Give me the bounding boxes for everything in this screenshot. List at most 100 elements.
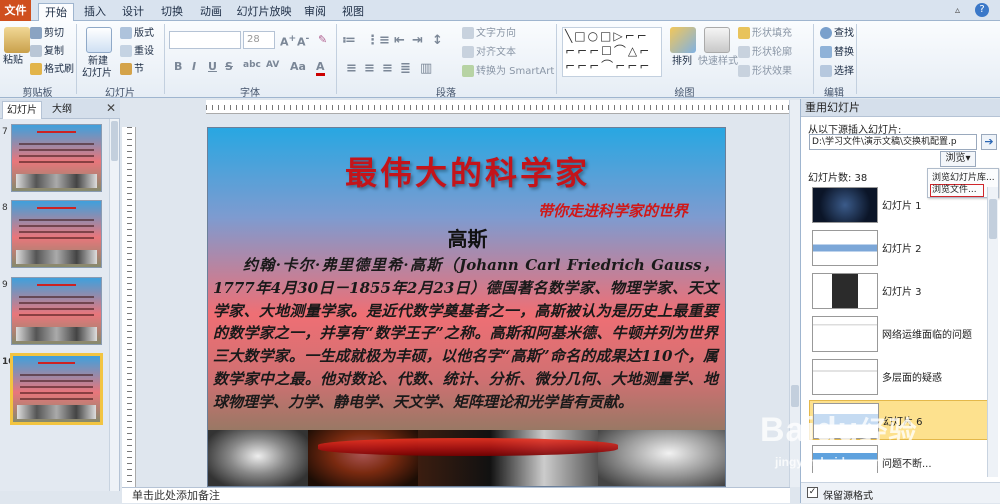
underline-button[interactable]: U (208, 60, 217, 73)
format-painter-button[interactable]: 格式刷 (30, 62, 74, 78)
shape-fill-button[interactable]: 形状填充 (738, 26, 792, 42)
align-left-icon[interactable]: ≡ (346, 61, 357, 76)
align-center-icon[interactable]: ≡ (364, 61, 375, 76)
tab-outline[interactable]: 大纲 (48, 101, 76, 119)
change-case-button[interactable]: Aa (290, 60, 306, 73)
tab-slides[interactable]: 幻灯片 (2, 101, 42, 119)
copy-button[interactable]: 复制 (30, 44, 64, 60)
replace-button[interactable]: 替换 (820, 45, 854, 61)
source-path-input[interactable]: D:\学习文件\演示文稿\交换机配置.p (809, 134, 977, 150)
browse-button[interactable]: 浏览▾ (940, 151, 976, 167)
font-size-combo[interactable]: 28 (243, 31, 275, 49)
scrollbar-thumb[interactable] (111, 121, 118, 161)
slide-heading[interactable]: 高斯 (208, 223, 725, 252)
italic-button[interactable]: I (192, 60, 196, 73)
smartart-button[interactable]: 转换为 SmartArt (462, 64, 554, 80)
tab-insert[interactable]: 插入 (80, 3, 110, 21)
brush-icon (30, 63, 42, 75)
slide-title[interactable]: 最伟大的科学家 (208, 148, 725, 194)
reuse-slide-item[interactable]: 幻灯片 3 (809, 271, 994, 311)
increase-indent-icon[interactable]: ⇥ (412, 33, 423, 48)
tab-slideshow[interactable]: 幻灯片放映 (234, 3, 294, 21)
slides-panel-scrollbar[interactable] (109, 119, 119, 491)
section-label: 节 (134, 64, 144, 75)
section-button[interactable]: 节 (120, 62, 144, 78)
reuse-slide-label: 幻灯片 2 (882, 244, 922, 255)
slide-subtitle[interactable]: 带你走进科学家的世界 (538, 200, 688, 221)
clear-format-icon[interactable]: ✎ (318, 33, 327, 46)
tab-home[interactable]: 开始 (38, 3, 74, 22)
decrease-indent-icon[interactable]: ⇤ (394, 33, 405, 48)
slides-panel-tabs: 幻灯片 大纲 ✕ (0, 99, 120, 119)
thumb-number: 9 (2, 280, 8, 290)
text-direction-button[interactable]: 文字方向 (462, 26, 516, 42)
new-slide-button-2[interactable]: 幻灯片 (82, 66, 112, 82)
cut-button[interactable]: 剪切 (30, 26, 64, 42)
minimize-ribbon-icon[interactable]: ▵ (955, 5, 960, 16)
align-text-button[interactable]: 对齐文本 (462, 45, 516, 61)
reuse-slide-thumbnail (812, 273, 878, 309)
text-direction-label: 文字方向 (476, 28, 516, 39)
quick-styles-button[interactable]: 快速样式 (698, 54, 738, 70)
shrink-font-icon[interactable]: A- (297, 33, 309, 49)
bullets-icon[interactable]: ≔ (342, 33, 356, 48)
reuse-slide-item[interactable]: 幻灯片 2 (809, 228, 994, 268)
browse-library-item[interactable]: 浏览幻灯片库... (932, 170, 995, 183)
paste-button[interactable]: 粘贴 (3, 53, 23, 69)
tab-animations[interactable]: 动画 (196, 3, 226, 21)
watermark-brand-cn: 经验 (859, 416, 918, 447)
layout-button[interactable]: 版式 (120, 26, 154, 42)
arrange-button[interactable]: 排列 (672, 54, 692, 70)
font-color-button[interactable]: A (316, 60, 325, 76)
arrange-icon[interactable] (670, 27, 696, 53)
reset-button[interactable]: 重设 (120, 44, 154, 60)
reuse-slide-item[interactable]: 多层面的疑惑 (809, 357, 994, 397)
reuse-list-scrollbar[interactable] (987, 187, 998, 477)
keep-format-checkbox[interactable]: ✓ (807, 487, 818, 498)
font-name-combo[interactable] (169, 31, 241, 49)
go-arrow-icon[interactable]: ➔ (981, 134, 997, 150)
numbering-icon[interactable]: ⋮≡ (366, 33, 390, 48)
bold-button[interactable]: B (174, 60, 182, 73)
reuse-slide-item[interactable]: 网络运维面临的问题 (809, 314, 994, 354)
select-button[interactable]: 选择 (820, 64, 854, 80)
char-spacing-button[interactable]: AV (266, 60, 279, 70)
slide-thumbnail[interactable] (11, 124, 102, 192)
paste-icon[interactable] (4, 27, 30, 53)
line-spacing-icon[interactable]: ↕ (432, 33, 443, 48)
slide-body-text[interactable]: 约翰·卡尔·弗里德里希·高斯（Johann Carl Friedrich Gau… (213, 254, 718, 414)
shape-outline-button[interactable]: 形状轮廓 (738, 45, 792, 61)
tab-design[interactable]: 设计 (118, 3, 148, 21)
shapes-gallery[interactable]: ╲□○□▷⌐⌐ ⌐⌐⌐☐⌒△⌐ ⌐⌐⌐⌒⌐⌐⌐ (562, 27, 662, 77)
tab-transitions[interactable]: 切换 (157, 3, 187, 21)
scrollbar-thumb[interactable] (791, 385, 799, 407)
find-button[interactable]: 查找 (820, 26, 854, 42)
strike-button[interactable]: S (225, 60, 233, 73)
slide-canvas[interactable]: 最伟大的科学家 带你走进科学家的世界 高斯 约翰·卡尔·弗里德里希·高斯（Joh… (207, 127, 726, 487)
slide-thumbnail[interactable] (11, 200, 102, 268)
scrollbar-thumb[interactable] (989, 199, 997, 239)
quick-styles-icon[interactable] (704, 27, 730, 53)
slide-thumbnail[interactable] (11, 277, 102, 345)
columns-icon[interactable]: ▥ (420, 61, 432, 76)
layout-icon (120, 27, 132, 39)
shadow-button[interactable]: abc (243, 60, 261, 70)
ribbon-tab-bar: 文件 开始 插入 设计 切换 动画 幻灯片放映 审阅 视图 ? ▵ (0, 0, 1000, 22)
justify-icon[interactable]: ≣ (400, 61, 411, 76)
new-slide-icon[interactable] (86, 27, 112, 53)
tab-review[interactable]: 审阅 (300, 3, 330, 21)
align-right-icon[interactable]: ≡ (382, 61, 393, 76)
thumb-number: 8 (2, 203, 8, 213)
slide-thumbnail-selected[interactable] (10, 353, 103, 425)
close-panel-icon[interactable]: ✕ (106, 101, 116, 115)
help-icon[interactable]: ? (975, 3, 989, 17)
grow-font-icon[interactable]: A+ (280, 33, 296, 49)
shape-fill-label: 形状填充 (752, 28, 792, 39)
cut-label: 剪切 (44, 28, 64, 39)
tab-view[interactable]: 视图 (338, 3, 368, 21)
reset-icon (120, 45, 132, 57)
tab-file[interactable]: 文件 (0, 0, 31, 21)
reuse-slide-item[interactable]: 幻灯片 1 (809, 185, 994, 225)
notes-pane[interactable]: 单击此处添加备注 (122, 487, 790, 503)
shape-effects-button[interactable]: 形状效果 (738, 64, 792, 80)
